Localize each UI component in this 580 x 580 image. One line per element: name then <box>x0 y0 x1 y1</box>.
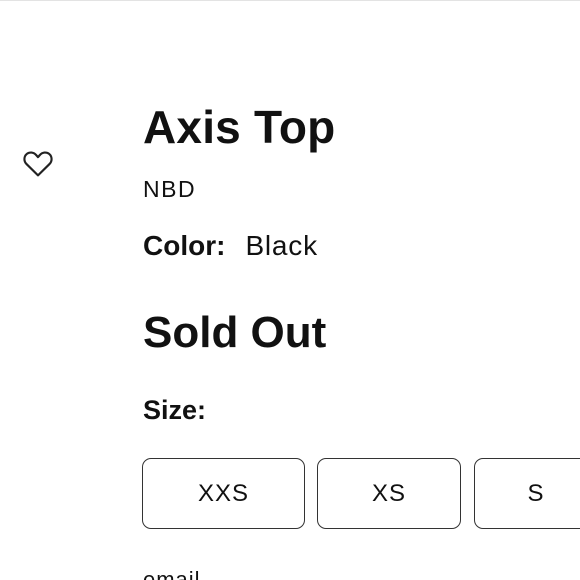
color-row: Color: Black <box>143 229 318 263</box>
email-field-label: email <box>143 567 201 580</box>
color-value: Black <box>245 230 318 261</box>
availability-status: Sold Out <box>143 308 327 357</box>
header-divider <box>0 0 580 1</box>
size-label: Size: <box>143 395 207 425</box>
size-option-xxs[interactable]: XXS <box>142 458 305 529</box>
color-label: Color: <box>143 230 226 261</box>
heart-icon <box>23 151 53 177</box>
product-title: Axis Top <box>143 101 336 153</box>
size-option-s[interactable]: S <box>474 458 580 529</box>
wishlist-button[interactable] <box>22 147 54 179</box>
product-vendor: NBD <box>143 176 197 202</box>
size-option-xs[interactable]: XS <box>317 458 461 529</box>
